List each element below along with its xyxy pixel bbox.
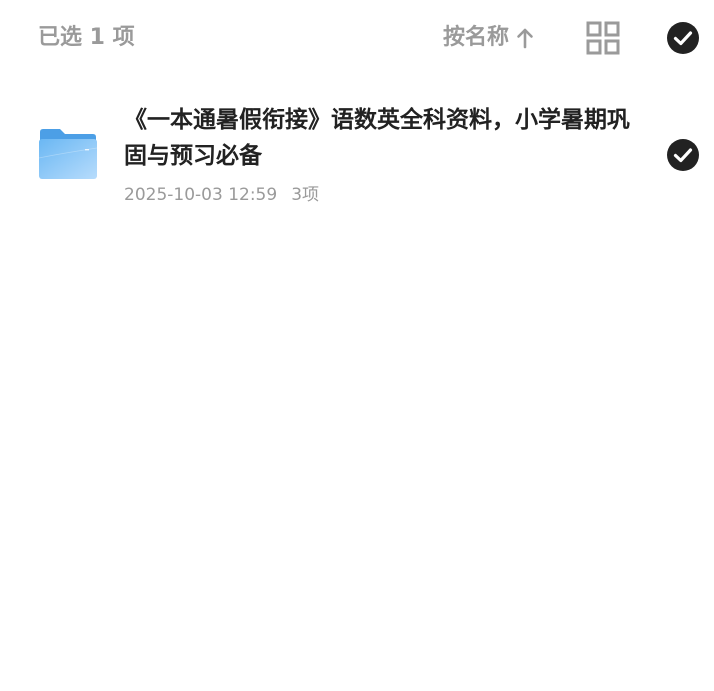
row-check-icon[interactable] <box>666 138 700 172</box>
file-item-count: 3项 <box>291 185 320 205</box>
file-row[interactable]: 《一本通暑假衔接》语数英全科资料，小学暑期巩固与预习必备 2025-10-03 … <box>0 92 714 222</box>
sort-by-name-button[interactable]: 按名称 <box>443 22 535 54</box>
selected-count-label: 已选 1 项 <box>38 25 135 50</box>
select-all-check-icon[interactable] <box>666 21 700 55</box>
sort-label: 按名称 <box>443 25 510 50</box>
selection-header: 已选 1 项 按名称 <box>0 0 714 78</box>
arrow-up-icon <box>517 28 533 49</box>
grid-view-icon[interactable] <box>586 21 620 55</box>
folder-icon <box>38 129 98 179</box>
file-name: 《一本通暑假衔接》语数英全科资料，小学暑期巩固与预习必备 <box>124 107 630 169</box>
file-date: 2025-10-03 12:59 <box>124 185 278 205</box>
file-meta: 2025-10-03 12:59 3项 <box>124 182 319 208</box>
